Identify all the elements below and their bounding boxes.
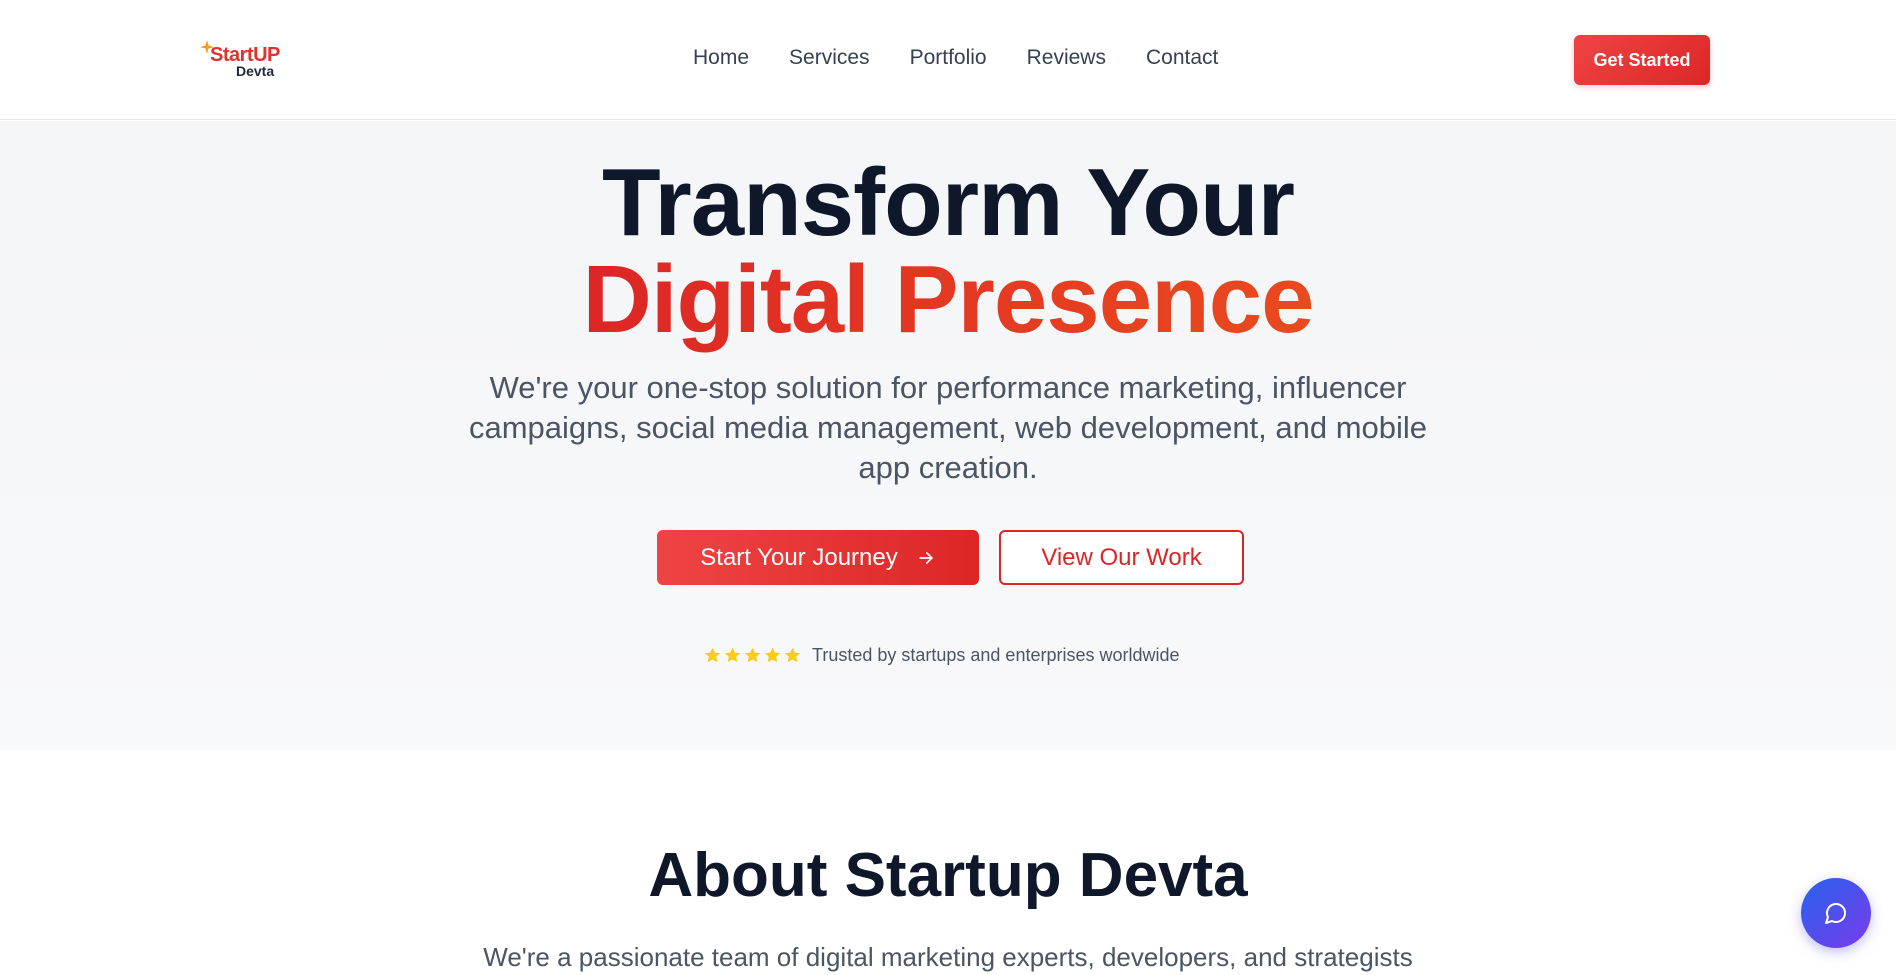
- nav-link-portfolio[interactable]: Portfolio: [910, 46, 987, 70]
- hero-title-highlight: Digital Presence: [582, 246, 1315, 353]
- star-rating: [703, 646, 802, 665]
- hero-title-line2: Digital Presence: [0, 249, 1896, 351]
- star-icon: [704, 647, 721, 663]
- nav-link-contact[interactable]: Contact: [1146, 46, 1218, 70]
- nav-link-reviews[interactable]: Reviews: [1027, 46, 1106, 70]
- view-work-button[interactable]: View Our Work: [999, 530, 1244, 585]
- site-header: StartUP Devta Home Services Portfolio Re…: [0, 0, 1896, 120]
- trust-text: Trusted by startups and enterprises worl…: [812, 645, 1180, 665]
- chat-button[interactable]: [1801, 878, 1871, 948]
- star-icon: [724, 647, 741, 663]
- arrow-right-icon: [919, 551, 933, 564]
- trust-row: Trusted by startups and enterprises worl…: [703, 645, 1180, 666]
- nav-link-home[interactable]: Home: [693, 46, 749, 70]
- brand-logo[interactable]: StartUP Devta: [200, 40, 290, 82]
- about-title: About Startup Devta: [648, 841, 1248, 910]
- star-icon: [744, 647, 761, 663]
- get-started-button[interactable]: Get Started: [1574, 35, 1710, 85]
- brand-name-line2: Devta: [236, 63, 275, 79]
- main-nav: Home Services Portfolio Reviews Contact: [693, 46, 1218, 70]
- hero-subtitle: We're your one-stop solution for perform…: [468, 370, 1428, 485]
- star-icon: [784, 647, 801, 663]
- message-circle-icon: [1825, 903, 1846, 924]
- hero-title-line1: Transform Your: [602, 149, 1295, 256]
- star-icon: [764, 647, 781, 663]
- start-journey-label: Start Your Journey: [700, 543, 898, 571]
- start-journey-button[interactable]: Start Your Journey: [657, 530, 979, 585]
- nav-link-services[interactable]: Services: [789, 46, 870, 70]
- about-text: We're a passionate team of digital marke…: [483, 942, 1413, 972]
